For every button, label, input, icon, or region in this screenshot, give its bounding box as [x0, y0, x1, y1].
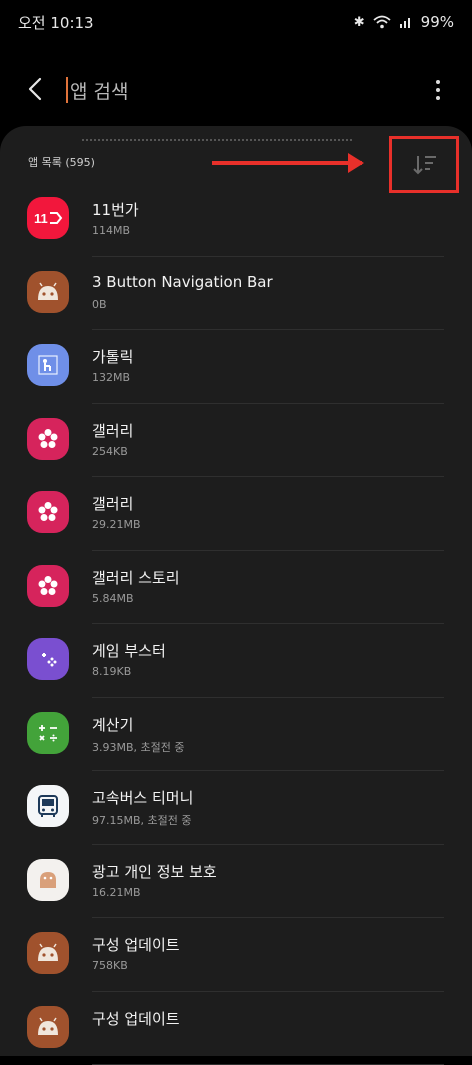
- search-input[interactable]: 앱 검색: [66, 72, 386, 108]
- app-name: 고속버스 티머니: [92, 787, 193, 808]
- wifi-icon: [373, 15, 391, 29]
- app-list-item[interactable]: 고속버스 티머니 97.15MB, 초절전 중: [0, 771, 472, 845]
- status-indicators: ✱ 99%: [354, 13, 454, 31]
- app-name: 광고 개인 정보 보호: [92, 861, 217, 882]
- app-list-item[interactable]: 갤러리 스토리 5.84MB: [0, 551, 472, 625]
- more-options-button[interactable]: [428, 75, 448, 105]
- android-icon: [27, 1006, 69, 1048]
- app-list-item[interactable]: 구성 업데이트: [0, 992, 472, 1065]
- signal-icon: [399, 15, 413, 29]
- app-name: 구성 업데이트: [92, 1008, 180, 1029]
- text-cursor: [66, 77, 68, 103]
- android-icon: [27, 271, 69, 313]
- gallery-icon: [27, 418, 69, 460]
- app-size: 132MB: [92, 371, 130, 384]
- app-list-item[interactable]: 광고 개인 정보 보호 16.21MB: [0, 845, 472, 919]
- app-count-label: 앱 목록 (595): [28, 154, 95, 170]
- app-name: 11번가: [92, 199, 139, 220]
- app-list-item[interactable]: 갤러리 29.21MB: [0, 477, 472, 551]
- app-list-item[interactable]: 3 Button Navigation Bar 0B: [0, 257, 472, 331]
- app-size: 254KB: [92, 445, 128, 458]
- app-list-item[interactable]: 구성 업데이트 758KB: [0, 918, 472, 992]
- app-name: 구성 업데이트: [92, 934, 180, 955]
- game-booster-icon: [27, 638, 69, 680]
- search-placeholder: 앱 검색: [70, 77, 128, 104]
- app-size: 114MB: [92, 224, 130, 237]
- back-arrow-icon[interactable]: [22, 74, 52, 104]
- app-list-item[interactable]: 갤러리 254KB: [0, 404, 472, 478]
- gallery-icon: [27, 565, 69, 607]
- app-name: 게임 부스터: [92, 640, 166, 661]
- status-bar: 오전 10:13 ✱ 99%: [0, 0, 472, 44]
- 11st-icon: 11: [27, 197, 69, 239]
- app-name: 갤러리: [92, 420, 133, 441]
- bluetooth-icon: ✱: [354, 15, 365, 30]
- app-list-card: 앱 목록 (595) 11 11번가 114MB 3 Button Navigati…: [0, 126, 472, 1056]
- app-list-item[interactable]: 계산기 3.93MB, 초절전 중: [0, 698, 472, 772]
- catholic-icon: [27, 344, 69, 386]
- app-size: 3.93MB, 초절전 중: [92, 739, 185, 755]
- app-name: 계산기: [92, 714, 133, 735]
- annotation-arrow: [212, 161, 362, 165]
- app-name: 가톨릭: [92, 346, 133, 367]
- search-header: 앱 검색: [0, 62, 472, 118]
- app-list-item[interactable]: 게임 부스터 8.19KB: [0, 624, 472, 698]
- app-size: 8.19KB: [92, 665, 131, 678]
- app-list: 11 11번가 114MB 3 Button Navigation Bar 0B 가톨…: [0, 183, 472, 1065]
- calculator-icon: [27, 712, 69, 754]
- app-name: 갤러리: [92, 493, 133, 514]
- app-name: 3 Button Navigation Bar: [92, 273, 273, 291]
- bus-icon: [27, 785, 69, 827]
- app-size: 16.21MB: [92, 886, 141, 899]
- battery-level: 99%: [421, 13, 454, 31]
- app-size: 758KB: [92, 959, 128, 972]
- dotted-divider: [82, 139, 352, 141]
- app-list-item[interactable]: 가톨릭 132MB: [0, 330, 472, 404]
- android-icon: [27, 932, 69, 974]
- app-name: 갤러리 스토리: [92, 567, 180, 588]
- app-size: 97.15MB, 초절전 중: [92, 812, 192, 828]
- annotation-arrow-head: [348, 153, 364, 173]
- app-list-item[interactable]: 11 11번가 114MB: [0, 183, 472, 257]
- status-time: 오전 10:13: [18, 12, 94, 33]
- app-size: 29.21MB: [92, 518, 141, 531]
- android-light-icon: [27, 859, 69, 901]
- gallery-icon: [27, 491, 69, 533]
- svg-text:11: 11: [34, 211, 48, 226]
- sort-icon[interactable]: [412, 153, 438, 177]
- app-size: 5.84MB: [92, 592, 134, 605]
- app-size: 0B: [92, 298, 107, 311]
